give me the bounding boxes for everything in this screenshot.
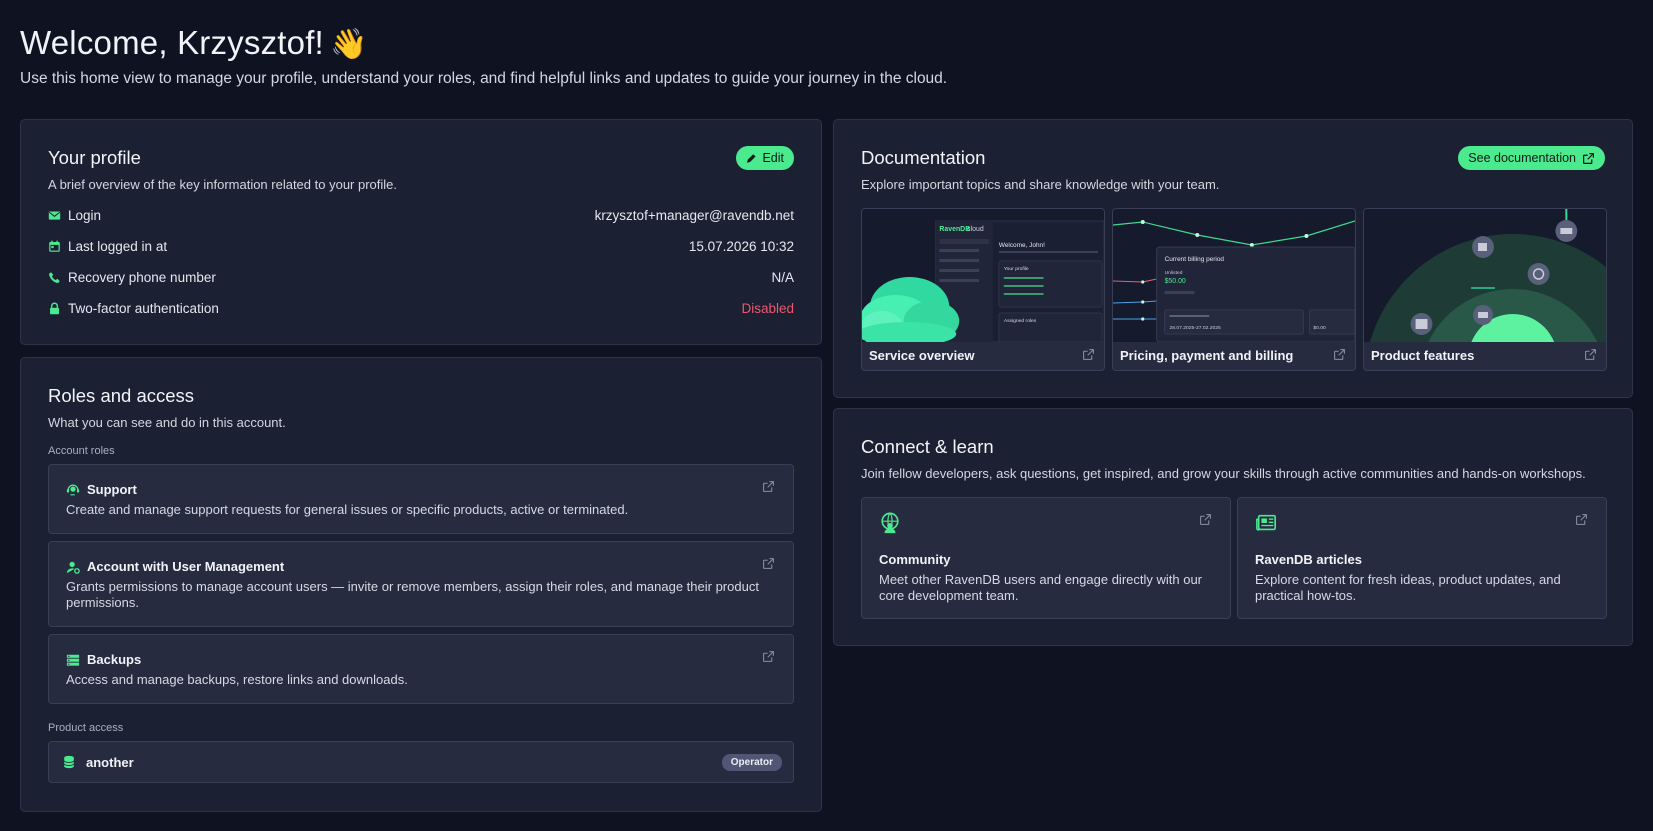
role-badge: Operator [721,753,782,771]
articles-icon [1256,514,1276,531]
doc-tile-pricing-billing[interactable]: Current billing period Unlisted $50.00 2… [1112,208,1356,371]
doc-tile-service-overview[interactable]: RavenDB cloud Welcome, John! Your profil… [861,208,1105,371]
doc-tile-product-features[interactable]: Product features [1363,208,1607,371]
role-description: Access and manage backups, restore links… [66,672,408,687]
doc-tile-caption: Service overview [869,348,975,363]
lock-icon [48,302,68,315]
svg-text:cloud: cloud [967,226,984,233]
pricing-billing-thumbnail: Current billing period Unlisted $50.00 2… [1113,209,1355,342]
external-link-icon[interactable] [762,480,775,493]
product-features-thumbnail [1364,209,1606,342]
welcome-text: Welcome, Krzysztof! [20,24,324,61]
product-name: another [86,754,134,770]
waving-hand-icon: 👋 [329,28,368,61]
svg-text:Welcome, John!: Welcome, John! [999,242,1045,249]
articles-title: RavenDB articles [1255,552,1362,567]
articles-description: Explore content for fresh ideas, product… [1255,572,1561,603]
profile-row-login: Login krzysztof+manager@ravendb.net [48,200,794,231]
roles-title: Roles and access [48,385,195,406]
two-factor-label: Two-factor authentication [68,301,219,316]
profile-title: Your profile [48,147,141,168]
see-documentation-label: See documentation [1468,151,1576,165]
svg-text:RavenDB: RavenDB [939,226,970,233]
svg-text:$50.00: $50.00 [1165,278,1186,285]
product-access-item[interactable]: another Operator [48,741,794,783]
phone-label: Recovery phone number [68,270,216,285]
see-documentation-button[interactable]: See documentation [1458,146,1605,170]
phone-icon [48,271,68,284]
phone-value: N/A [771,270,794,285]
svg-text:Unlisted: Unlisted [1165,270,1183,276]
pencil-icon [746,153,756,163]
external-link-icon[interactable] [762,557,775,570]
community-link[interactable]: Community Meet other RavenDB users and e… [861,497,1231,619]
connect-learn-card: Connect & learn Join fellow developers, … [833,408,1633,646]
edit-label: Edit [762,151,784,165]
external-link-icon [1583,152,1594,164]
external-link-icon[interactable] [1082,348,1095,361]
svg-text:Your profile: Your profile [1004,266,1029,272]
doc-tile-caption: Product features [1371,348,1475,363]
edit-profile-button[interactable]: Edit [736,146,794,170]
mail-icon [48,209,68,222]
backups-icon [66,654,80,666]
role-support[interactable]: Support Create and manage support reques… [48,464,794,534]
role-name: Backups [87,652,142,667]
roles-description: What you can see and do in this account. [48,415,286,430]
roles-card: Roles and access What you can see and do… [20,357,822,812]
login-label: Login [68,208,102,223]
community-title: Community [879,552,951,567]
external-link-icon[interactable] [1575,513,1588,526]
role-name: Account with User Management [87,559,285,574]
two-factor-status: Disabled [741,301,794,316]
page-subtitle: Use this home view to manage your profil… [20,70,948,87]
documentation-description: Explore important topics and share knowl… [861,177,1220,192]
calendar-icon [48,240,68,253]
page-header: Welcome, Krzysztof! 👋 Use this home view … [20,24,947,88]
support-icon [66,484,80,495]
documentation-card: Documentation Explore important topics a… [833,119,1633,398]
svg-text:$0.00: $0.00 [1313,325,1326,331]
role-account-user-management[interactable]: Account with User Management Grants perm… [48,541,794,627]
svg-text:Current billing period: Current billing period [1165,256,1225,263]
external-link-icon[interactable] [762,650,775,663]
product-access-label: Product access [48,722,124,734]
user-management-icon [66,561,80,574]
page-title: Welcome, Krzysztof! 👋 [20,24,947,62]
doc-tile-caption: Pricing, payment and billing [1120,348,1294,363]
profile-details: Login krzysztof+manager@ravendb.net Last… [48,200,794,324]
profile-row-last-login: Last logged in at 15.07.2026 10:32 [48,231,794,262]
community-description: Meet other RavenDB users and engage dire… [879,572,1203,603]
role-backups[interactable]: Backups Access and manage backups, resto… [48,634,794,704]
ravendb-articles-link[interactable]: RavenDB articles Explore content for fre… [1237,497,1607,619]
last-login-label: Last logged in at [68,239,168,254]
profile-description: A brief overview of the key information … [48,177,398,192]
external-link-icon[interactable] [1333,348,1346,361]
svg-text:28.07.2025-27.02.2025: 28.07.2025-27.02.2025 [1170,325,1221,331]
account-roles-label: Account roles [48,445,115,457]
external-link-icon[interactable] [1199,513,1212,526]
role-description: Create and manage support requests for g… [66,502,629,517]
service-overview-thumbnail: RavenDB cloud Welcome, John! Your profil… [862,209,1104,342]
community-icon [881,512,899,534]
connect-description: Join fellow developers, ask questions, g… [861,466,1586,481]
profile-row-phone: Recovery phone number N/A [48,262,794,293]
svg-text:Assigned roles: Assigned roles [1004,318,1037,324]
external-link-icon[interactable] [1584,348,1597,361]
database-icon [63,755,75,769]
connect-title: Connect & learn [861,436,994,457]
role-name: Support [87,482,137,497]
profile-row-2fa: Two-factor authentication Disabled [48,293,794,324]
role-description: Grants permissions to manage account use… [66,579,759,610]
last-login-value: 15.07.2026 10:32 [688,239,794,254]
login-value: krzysztof+manager@ravendb.net [594,208,794,223]
profile-card: Your profile A brief overview of the key… [20,119,822,345]
